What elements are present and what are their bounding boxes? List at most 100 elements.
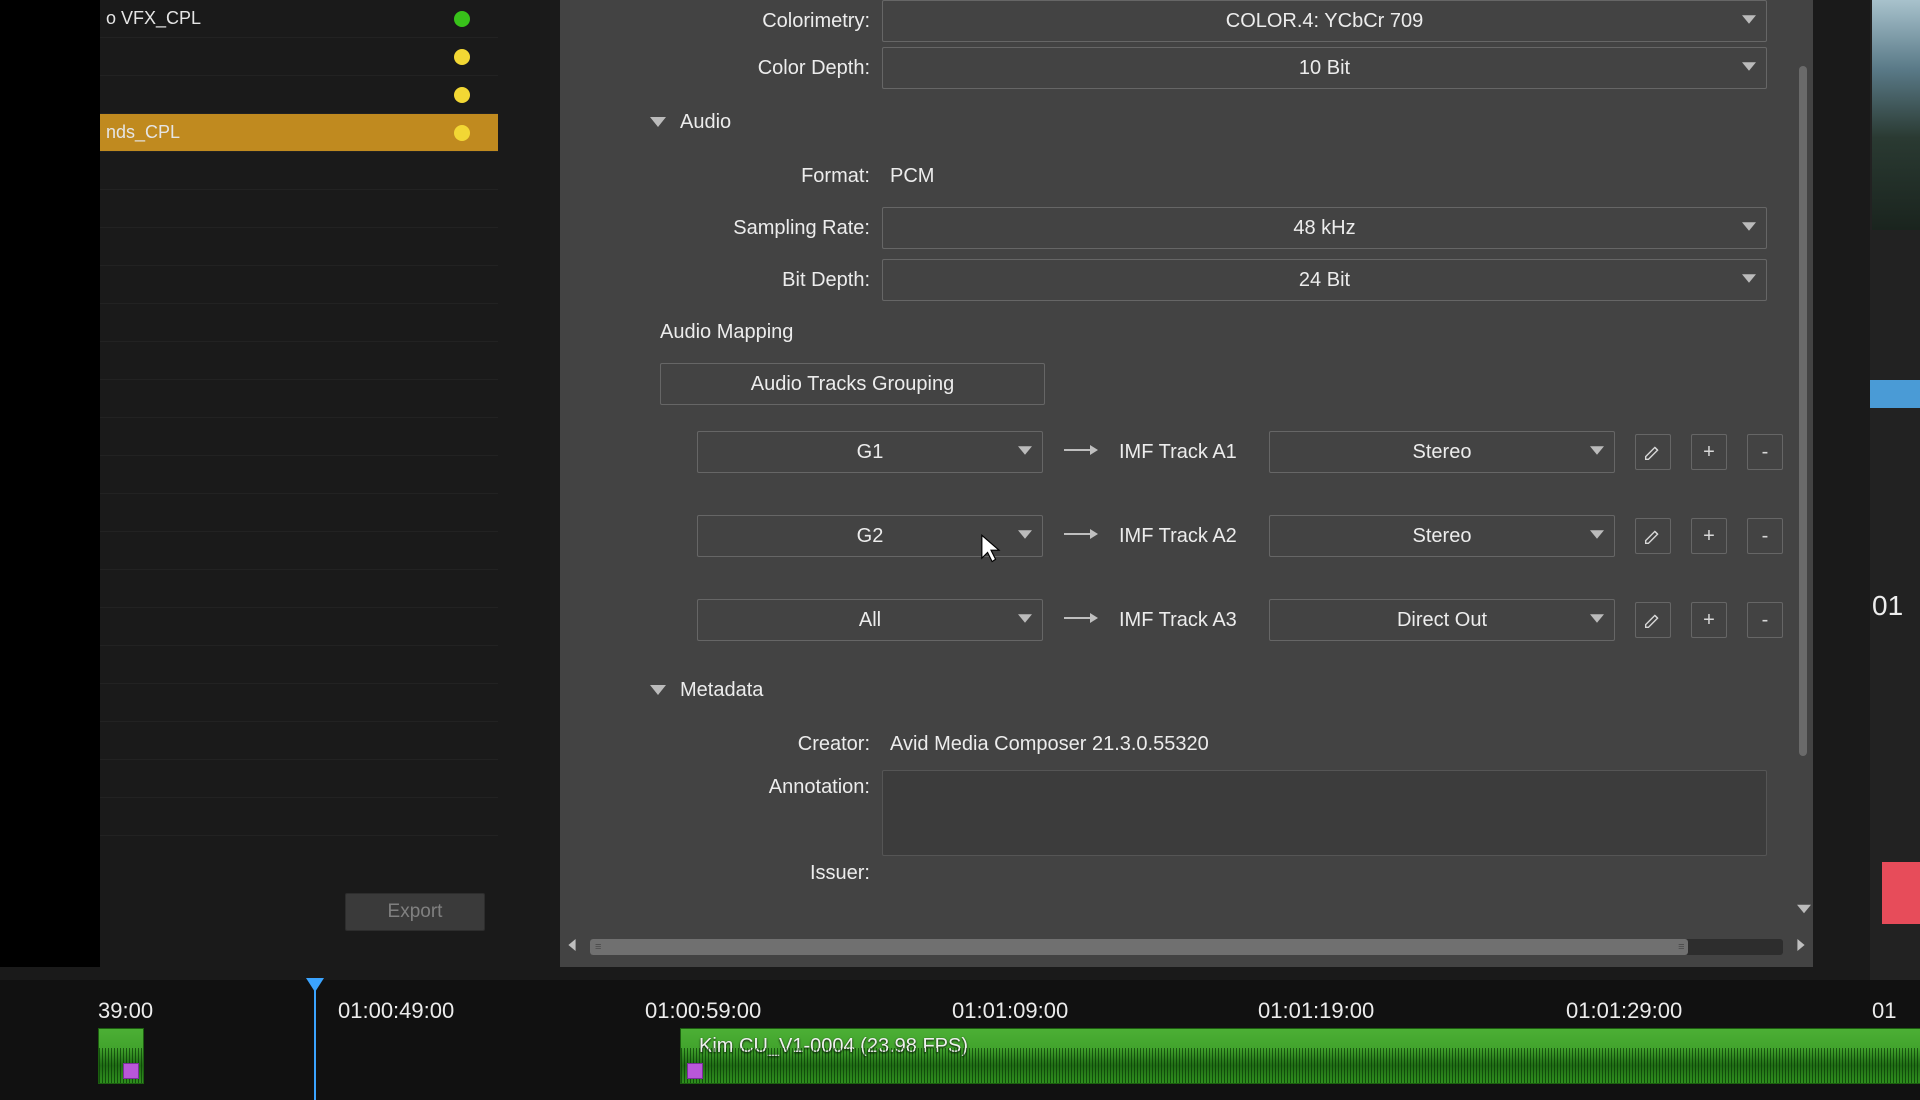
chevron-down-icon: [1742, 217, 1756, 240]
clip-row[interactable]: [100, 190, 498, 228]
waveform-icon: [681, 1048, 1920, 1083]
sampling-rate-label: Sampling Rate:: [560, 217, 882, 240]
clip-row[interactable]: [100, 646, 498, 684]
chevron-down-icon: [1590, 441, 1604, 464]
creator-value: Avid Media Composer 21.3.0.55320: [882, 733, 1209, 756]
audio-tracks-grouping-button[interactable]: Audio Tracks Grouping: [660, 363, 1045, 405]
clip-row[interactable]: [100, 266, 498, 304]
horizontal-scrollbar-thumb[interactable]: [590, 939, 1688, 955]
clip-row[interactable]: o VFX_CPL: [100, 0, 498, 38]
sampling-rate-dropdown[interactable]: 48 kHz: [882, 207, 1767, 249]
clip-row[interactable]: [100, 418, 498, 456]
edit-track-button[interactable]: [1635, 434, 1671, 470]
color-depth-label: Color Depth:: [560, 57, 882, 80]
clip-row-selected[interactable]: nds_CPL: [100, 114, 498, 152]
add-track-button[interactable]: +: [1691, 602, 1727, 638]
ruler-tick: 01:00:49:00: [338, 998, 454, 1024]
effect-badge-icon: [687, 1063, 703, 1079]
annotation-label: Annotation:: [560, 776, 882, 799]
clip-row[interactable]: [100, 798, 498, 836]
clip-row[interactable]: [100, 380, 498, 418]
clip-row[interactable]: [100, 228, 498, 266]
group-dropdown[interactable]: G2: [697, 515, 1043, 557]
arrow-right-icon: [1063, 527, 1099, 546]
timeline-clip-segment[interactable]: Kim CU_V1-0004 (23.98 FPS): [680, 1028, 1920, 1084]
remove-track-button[interactable]: -: [1747, 434, 1783, 470]
clip-row[interactable]: [100, 608, 498, 646]
arrow-right-icon: [1063, 443, 1099, 462]
clip-row[interactable]: [100, 456, 498, 494]
timeline-ruler[interactable]: 39:00 01:00:49:00 01:00:59:00 01:01:09:0…: [0, 980, 1920, 1028]
imf-track-label: IMF Track A3: [1119, 609, 1249, 632]
clip-row[interactable]: [100, 76, 498, 114]
scroll-right-icon[interactable]: [1789, 938, 1813, 956]
add-track-button[interactable]: +: [1691, 518, 1727, 554]
clip-list-panel: o VFX_CPL nds_CPL: [0, 0, 498, 967]
audio-section-header[interactable]: Audio: [560, 94, 1813, 150]
channel-mode-dropdown[interactable]: Stereo: [1269, 515, 1615, 557]
ruler-tick: 39:00: [98, 998, 153, 1024]
disclosure-triangle-icon: [650, 685, 666, 695]
format-value: PCM: [882, 165, 934, 188]
clip-label: o VFX_CPL: [106, 8, 454, 29]
group-dropdown[interactable]: All: [697, 599, 1043, 641]
audio-track-map-row: All IMF Track A3 Direct Out + -: [560, 578, 1813, 662]
chevron-down-icon: [1018, 525, 1032, 548]
group-dropdown[interactable]: G1: [697, 431, 1043, 473]
chevron-down-icon: [1742, 269, 1756, 292]
clip-row[interactable]: [100, 722, 498, 760]
edit-track-button[interactable]: [1635, 602, 1671, 638]
disclosure-triangle-icon: [650, 117, 666, 127]
colorimetry-dropdown[interactable]: COLOR.4: YCbCr 709: [882, 0, 1767, 42]
chevron-down-icon: [1590, 525, 1604, 548]
status-dot-icon: [454, 11, 470, 27]
ruler-tick: 01:01:19:00: [1258, 998, 1374, 1024]
export-button[interactable]: Export: [345, 893, 485, 931]
clip-row[interactable]: [100, 494, 498, 532]
bit-depth-dropdown[interactable]: 24 Bit: [882, 259, 1767, 301]
imf-track-label: IMF Track A2: [1119, 525, 1249, 548]
audio-track-map-row: G2 IMF Track A2 Stereo + -: [560, 494, 1813, 578]
horizontal-scrollbar-track[interactable]: [590, 939, 1783, 955]
marker-red[interactable]: [1882, 862, 1920, 924]
clip-row[interactable]: [100, 760, 498, 798]
timeline[interactable]: 39:00 01:00:49:00 01:00:59:00 01:01:09:0…: [0, 980, 1920, 1100]
channel-mode-dropdown[interactable]: Direct Out: [1269, 599, 1615, 641]
annotation-textarea[interactable]: [882, 770, 1767, 856]
clip-row[interactable]: [100, 38, 498, 76]
remove-track-button[interactable]: -: [1747, 602, 1783, 638]
clip-row[interactable]: [100, 342, 498, 380]
clip-row[interactable]: [100, 570, 498, 608]
add-track-button[interactable]: +: [1691, 434, 1727, 470]
color-depth-dropdown[interactable]: 10 Bit: [882, 47, 1767, 89]
metadata-section-header[interactable]: Metadata: [560, 662, 1813, 718]
edit-track-button[interactable]: [1635, 518, 1671, 554]
colorimetry-label: Colorimetry:: [560, 10, 882, 33]
clip-row[interactable]: [100, 152, 498, 190]
vertical-scrollbar[interactable]: [1799, 66, 1807, 756]
clip-row[interactable]: [100, 532, 498, 570]
chevron-down-icon: [1742, 10, 1756, 33]
horizontal-scroll-area: [560, 933, 1813, 961]
ruler-tick: 01:01:09:00: [952, 998, 1068, 1024]
timeline-clip-segment[interactable]: [98, 1028, 144, 1084]
marker-blue[interactable]: [1870, 380, 1920, 408]
timecode-fragment: 01: [1872, 590, 1903, 622]
clip-row[interactable]: [100, 684, 498, 722]
playhead[interactable]: [314, 980, 316, 1100]
status-dot-icon: [454, 125, 470, 141]
channel-mode-dropdown[interactable]: Stereo: [1269, 431, 1615, 473]
remove-track-button[interactable]: -: [1747, 518, 1783, 554]
status-dot-icon: [454, 49, 470, 65]
chevron-down-icon[interactable]: [1797, 902, 1811, 921]
imf-track-label: IMF Track A1: [1119, 441, 1249, 464]
format-label: Format:: [560, 165, 882, 188]
clip-row[interactable]: [100, 304, 498, 342]
scroll-left-icon[interactable]: [560, 938, 584, 956]
clip-label: nds_CPL: [106, 122, 454, 143]
preview-thumbnail: [1872, 0, 1920, 230]
effect-badge-icon: [123, 1063, 139, 1079]
ruler-tick: 01:01:29:00: [1566, 998, 1682, 1024]
chevron-down-icon: [1590, 609, 1604, 632]
audio-mapping-label: Audio Mapping: [660, 321, 793, 344]
